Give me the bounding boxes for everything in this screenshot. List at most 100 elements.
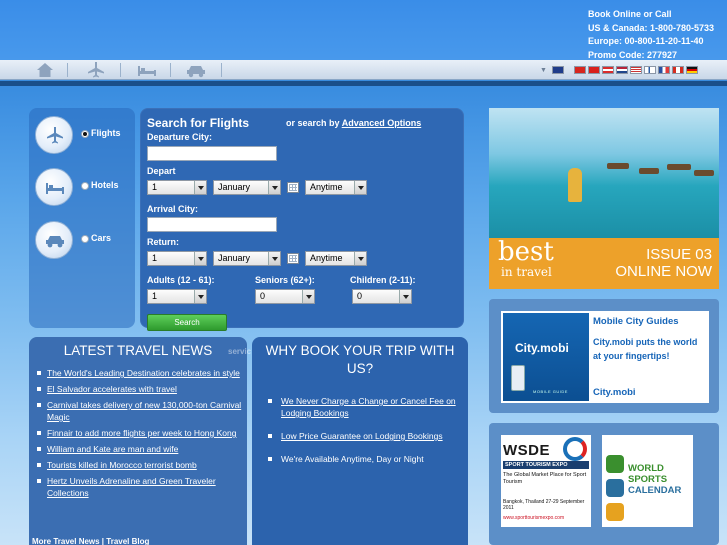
departure-city-label: Departure City: — [147, 132, 213, 142]
departure-city-input[interactable] — [147, 146, 277, 161]
netherlands-flag[interactable] — [615, 66, 628, 74]
search-button[interactable]: Search — [147, 314, 227, 331]
advanced-options-link[interactable]: Advanced Options — [342, 118, 422, 128]
news-link[interactable]: Carnival takes delivery of new 130,000-t… — [47, 400, 241, 422]
contact-line-book: Book Online or Call — [588, 9, 672, 19]
home-icon[interactable] — [35, 62, 55, 78]
cars-radio[interactable] — [81, 235, 89, 243]
depart-label: Depart — [147, 166, 176, 176]
car-icon[interactable] — [186, 62, 206, 78]
world-sports-calendar-ad[interactable]: WORLD SPORTS CALENDAR — [602, 435, 693, 527]
language-arrow-icon: ▼ — [540, 66, 547, 74]
news-link[interactable]: Finnair to add more flights per week to … — [47, 428, 236, 438]
advanced-prefix: or search by — [286, 118, 340, 128]
list-item: Finnair to add more flights per week to … — [37, 427, 242, 439]
city-ad-link[interactable]: City.mobi — [593, 387, 636, 398]
contact-info: Book Online or Call US & Canada: 1-800-7… — [588, 8, 714, 62]
news-link[interactable]: The World's Leading Destination celebrat… — [47, 368, 240, 378]
list-item: Tourists killed in Morocco terrorist bom… — [37, 459, 242, 471]
seniors-label: Seniors (62+): — [255, 275, 315, 285]
children-select[interactable]: 0 — [352, 289, 412, 304]
best-logo: best — [498, 237, 554, 267]
list-item: Low Price Guarantee on Lodging Bookings — [266, 430, 466, 442]
header-divider — [0, 81, 727, 86]
plane-icon[interactable] — [86, 62, 106, 78]
top-header: Book Online or Call US & Canada: 1-800-7… — [0, 0, 727, 60]
germany-flag[interactable] — [685, 66, 698, 74]
seniors-select[interactable]: 0 — [255, 289, 315, 304]
cars-label: Cars — [91, 233, 112, 243]
return-day-select[interactable]: 1 — [147, 251, 207, 266]
arrival-city-input[interactable] — [147, 217, 277, 232]
children-label: Children (2-11): — [350, 275, 416, 285]
finland-flag[interactable] — [643, 66, 656, 74]
return-label: Return: — [147, 237, 179, 247]
why-link[interactable]: Low Price Guarantee on Lodging Bookings — [281, 431, 443, 441]
contact-line-europe: Europe: 00-800-11-20-11-40 — [588, 36, 704, 46]
advanced-search: or search by Advanced Options — [286, 118, 421, 128]
sports-logo-icon — [606, 455, 624, 473]
news-link[interactable]: Tourists killed in Morocco terrorist bom… — [47, 460, 197, 470]
mode-flights[interactable]: Flights — [35, 116, 135, 156]
mode-hotels[interactable]: Hotels — [35, 168, 135, 208]
news-link[interactable]: William and Kate are man and wife — [47, 444, 178, 454]
depart-day-select[interactable]: 1 — [147, 180, 207, 195]
in-travel-logo: in travel — [501, 265, 552, 279]
france-flag[interactable] — [657, 66, 670, 74]
city-ad-title: Mobile City Guides — [593, 316, 679, 327]
best-in-travel-ad[interactable]: best in travel ISSUE 03 ONLINE NOW — [489, 108, 719, 289]
issue-text: ISSUE 03 ONLINE NOW — [615, 246, 712, 280]
arrival-city-label: Arrival City: — [147, 204, 199, 214]
wsde-ad[interactable]: WSDE SPORT TOURISM EXPO The Global Marke… — [501, 435, 591, 527]
adults-label: Adults (12 - 61): — [147, 275, 215, 285]
search-title: Search for Flights — [147, 116, 250, 130]
hotels-radio[interactable] — [81, 182, 89, 190]
usa-flag[interactable] — [629, 66, 642, 74]
return-month-select[interactable]: January — [213, 251, 281, 266]
mode-cars[interactable]: Cars — [35, 221, 135, 261]
flights-radio[interactable] — [81, 130, 89, 138]
bed-icon[interactable] — [35, 168, 73, 206]
adults-select[interactable]: 1 — [147, 289, 207, 304]
why-text: We're Available Anytime, Day or Night — [281, 454, 424, 464]
contact-line-us: US & Canada: 1-800-780-5733 — [588, 22, 715, 33]
flights-label: Flights — [91, 128, 121, 138]
wsde-logo-icon — [563, 437, 587, 461]
sponsor-ads: WSDE SPORT TOURISM EXPO The Global Marke… — [489, 423, 719, 545]
ghost-text: servic — [228, 347, 252, 356]
why-list: We Never Charge a Change or Cancel Fee o… — [266, 395, 466, 476]
more-news-link[interactable]: More Travel News | Travel Blog — [32, 537, 149, 545]
depart-month-select[interactable]: January — [213, 180, 281, 195]
return-calendar-icon[interactable] — [287, 253, 299, 264]
return-time-select[interactable]: Anytime — [305, 251, 367, 266]
flight-search-form: Search for Flights or search by Advanced… — [140, 108, 464, 331]
taiwan-flag[interactable] — [587, 66, 600, 74]
phone-icon — [511, 365, 525, 391]
why-link[interactable]: We Never Charge a Change or Cancel Fee o… — [281, 396, 456, 418]
list-item: We Never Charge a Change or Cancel Fee o… — [266, 395, 466, 419]
car-icon[interactable] — [35, 221, 73, 259]
latest-news-panel: LATEST TRAVEL NEWS The World's Leading D… — [29, 337, 247, 545]
language-flags: ▼ — [540, 66, 698, 74]
plane-icon[interactable] — [35, 116, 73, 154]
list-item: William and Kate are man and wife — [37, 443, 242, 455]
travel-mode-selector: Flights Hotels Cars — [29, 108, 135, 328]
depart-time-select[interactable]: Anytime — [305, 180, 367, 195]
list-item: The World's Leading Destination celebrat… — [37, 367, 242, 379]
list-item: We're Available Anytime, Day or Night — [266, 453, 466, 465]
hotels-label: Hotels — [91, 180, 119, 190]
austria-flag[interactable] — [601, 66, 614, 74]
city-mobi-ad[interactable]: City.mobi MOBILE GUIDE Mobile City Guide… — [489, 299, 719, 413]
city-mobi-logo: City.mobi MOBILE GUIDE — [503, 313, 589, 401]
bed-icon[interactable] — [137, 62, 157, 78]
news-link[interactable]: Hertz Unveils Adrenaline and Green Trave… — [47, 476, 216, 498]
why-heading: WHY BOOK YOUR TRIP WITH US? — [265, 343, 455, 376]
list-item: Carnival takes delivery of new 130,000-t… — [37, 399, 242, 423]
depart-calendar-icon[interactable] — [287, 182, 299, 193]
news-list: The World's Leading Destination celebrat… — [37, 367, 242, 503]
why-book-panel: servic WHY BOOK YOUR TRIP WITH US? We Ne… — [228, 337, 468, 545]
china-flag[interactable] — [573, 66, 586, 74]
news-link[interactable]: El Salvador accelerates with travel — [47, 384, 177, 394]
uk-flag[interactable] — [551, 66, 564, 74]
canada-flag[interactable] — [671, 66, 684, 74]
